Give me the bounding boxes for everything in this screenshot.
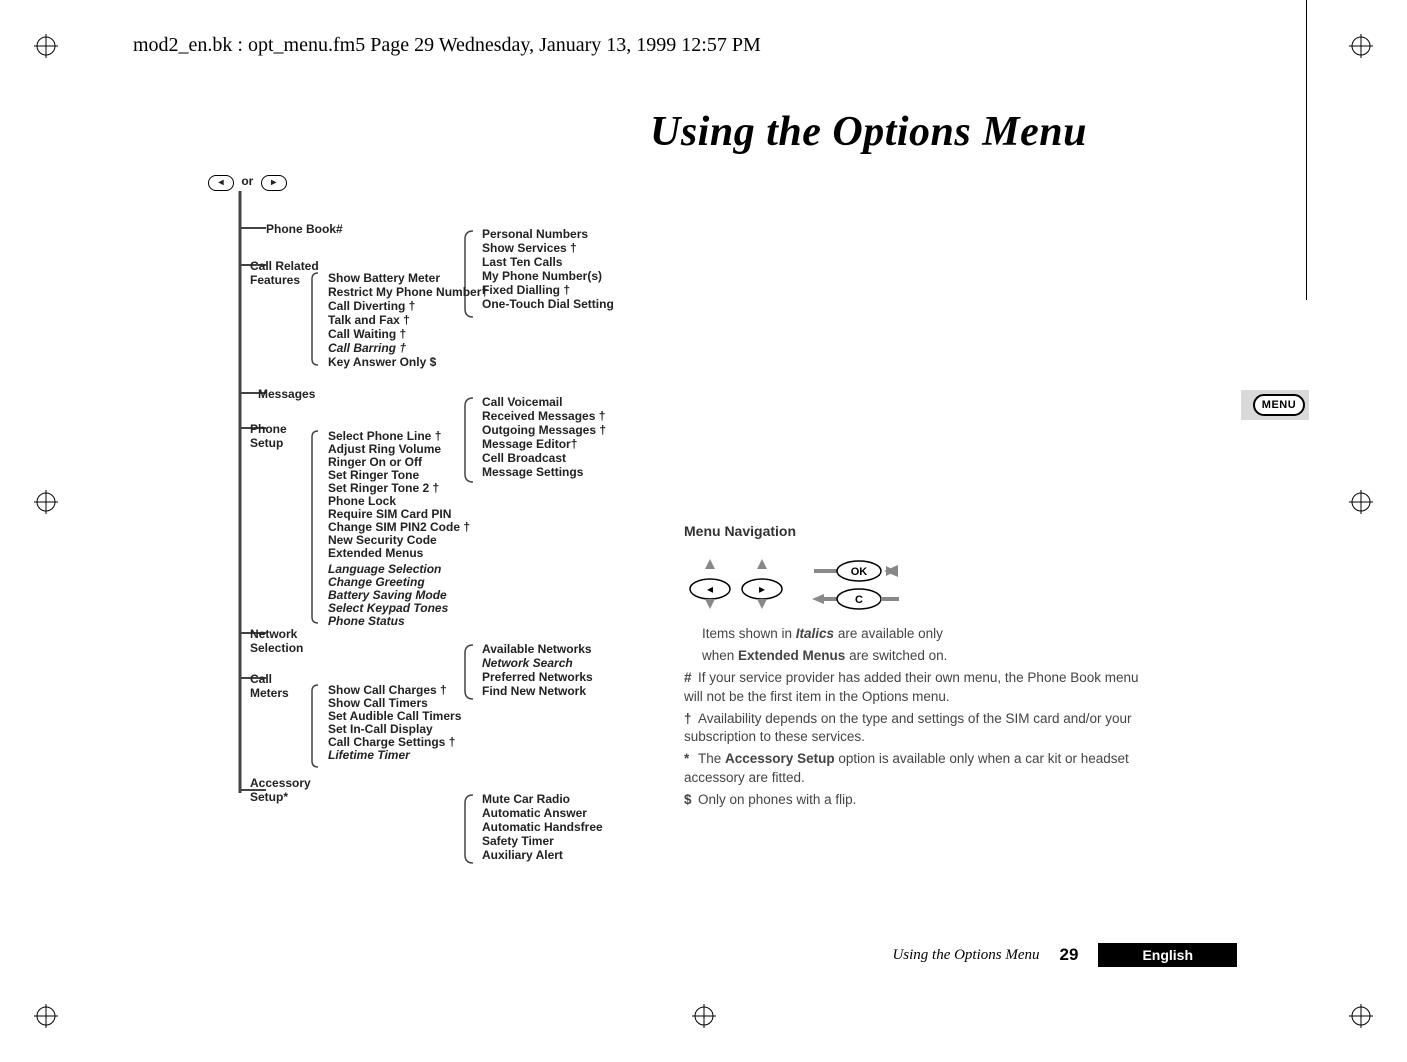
cat-phone-book: Phone Book# — [266, 221, 343, 237]
cat-messages: Messages — [258, 386, 315, 402]
svg-text:OK: OK — [851, 566, 868, 578]
vertical-rule — [1306, 0, 1307, 300]
menu-tab-icon: MENU — [1253, 394, 1305, 416]
acc-aux: Auxiliary Alert — [482, 847, 563, 863]
note-hash: #If your service provider has added thei… — [684, 669, 1144, 707]
crop-mark-icon — [1349, 490, 1373, 514]
root-keys: ◂ or ▸ — [208, 173, 287, 191]
document-header: mod2_en.bk : opt_menu.fm5 Page 29 Wednes… — [133, 34, 761, 57]
arrow-right-icon: ▸ — [261, 175, 287, 191]
svg-text:C: C — [855, 594, 863, 606]
svg-text:◂: ◂ — [707, 582, 713, 596]
msg-settings: Message Settings — [482, 464, 583, 480]
svg-text:▸: ▸ — [759, 582, 765, 596]
cat-network2: Selection — [250, 640, 303, 656]
arrow-left-icon: ◂ — [208, 175, 234, 191]
note-dagger: †Availability depends on the type and se… — [684, 710, 1144, 748]
cat-callmeters2: Meters — [250, 685, 289, 701]
crf-keyans: Key Answer Only $ — [328, 354, 436, 370]
pb-one-touch: One-Touch Dial Setting — [482, 296, 614, 312]
cat-features: Features — [250, 272, 300, 288]
nav-diagram: ◂ ▸ OK C — [684, 553, 1144, 613]
note-italics: Items shown in Italics are available onl… — [684, 625, 1144, 644]
page-footer: Using the Options Menu 29 English — [892, 943, 1237, 967]
crop-mark-icon — [34, 1004, 58, 1028]
note-extended: when Extended Menus are switched on. — [684, 647, 1144, 666]
cat-accessory2: Setup* — [250, 789, 288, 805]
footer-title: Using the Options Menu — [892, 947, 1039, 964]
section-tab: MENU — [1241, 390, 1309, 420]
crop-mark-icon — [34, 34, 58, 58]
ps-extmenu: Extended Menus — [328, 545, 423, 561]
ps-status: Phone Status — [328, 613, 405, 629]
crop-mark-icon — [34, 490, 58, 514]
crop-mark-icon — [1349, 1004, 1373, 1028]
page-title: Using the Options Menu — [650, 108, 1087, 156]
note-dollar: $Only on phones with a flip. — [684, 791, 1144, 810]
crop-mark-icon — [1349, 34, 1373, 58]
navigation-panel: Menu Navigation ◂ ▸ OK C It — [684, 523, 1144, 813]
crop-mark-icon — [692, 1004, 716, 1028]
cat-setup: Setup — [250, 435, 283, 451]
footer-page-number: 29 — [1060, 945, 1079, 965]
nav-heading: Menu Navigation — [684, 523, 1144, 539]
cm-lifetime: Lifetime Timer — [328, 747, 410, 763]
footer-language-badge: English — [1098, 943, 1237, 967]
note-star: *The Accessory Setup option is available… — [684, 750, 1144, 788]
net-new: Find New Network — [482, 683, 586, 699]
